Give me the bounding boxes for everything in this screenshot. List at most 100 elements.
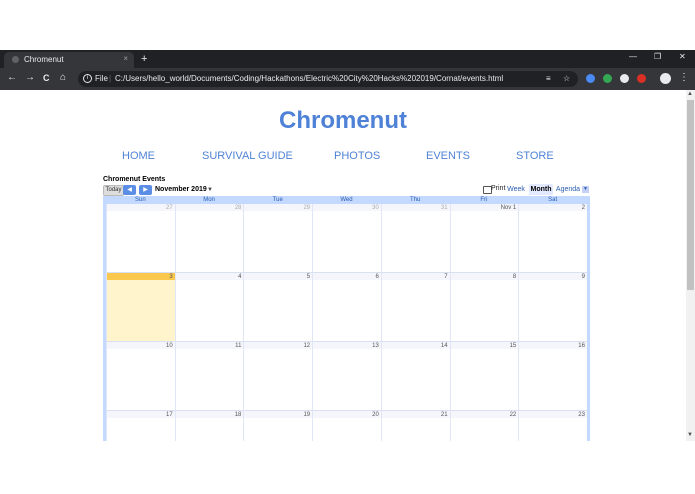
restore-button[interactable]: ❐ xyxy=(654,52,661,61)
day-number[interactable]: 16 xyxy=(578,343,585,349)
calendar-day-cell[interactable]: 6 xyxy=(312,273,381,342)
forward-button[interactable]: → xyxy=(25,72,35,84)
nav-photos[interactable]: PHOTOS xyxy=(334,150,380,162)
day-number[interactable]: Nov 1 xyxy=(501,205,517,211)
calendar-day-cell[interactable]: 7 xyxy=(380,273,450,342)
tab-agenda[interactable]: Agenda xyxy=(555,184,581,195)
day-number[interactable]: 11 xyxy=(235,343,241,349)
scroll-down-icon[interactable]: ▼ xyxy=(687,432,693,438)
day-number[interactable]: 13 xyxy=(372,343,379,349)
nav-survival-guide[interactable]: SURVIVAL GUIDE xyxy=(202,150,293,162)
calendar-day-cell[interactable]: 18 xyxy=(174,411,244,441)
day-number[interactable]: 29 xyxy=(303,205,310,211)
day-number[interactable]: 17 xyxy=(166,412,173,418)
calendar-day-cell[interactable]: 17 xyxy=(106,411,175,441)
calendar-day-cell[interactable]: 16 xyxy=(518,342,587,411)
github-icon[interactable] xyxy=(620,74,629,83)
extension-icon[interactable] xyxy=(603,74,612,83)
day-number[interactable]: 22 xyxy=(510,412,517,418)
day-number[interactable]: 23 xyxy=(578,412,585,418)
agenda-dropdown-icon[interactable]: ▼ xyxy=(582,186,589,193)
calendar-day-cell[interactable]: 12 xyxy=(243,342,313,411)
calendar-day-cell[interactable]: 21 xyxy=(380,411,450,441)
extension-badge-icon[interactable] xyxy=(637,74,646,83)
day-number[interactable]: 19 xyxy=(303,412,310,418)
calendar-day-cell[interactable]: 14 xyxy=(380,342,450,411)
day-number[interactable]: 12 xyxy=(303,343,310,349)
day-number[interactable]: 6 xyxy=(376,274,379,280)
nav-events[interactable]: EVENTS xyxy=(426,150,470,162)
calendar-day-cell[interactable]: 28 xyxy=(174,204,244,273)
nav-store[interactable]: STORE xyxy=(516,150,554,162)
print-button[interactable]: Print xyxy=(491,185,505,192)
page-content: Chromenut HOME SURVIVAL GUIDE PHOTOS EVE… xyxy=(0,90,686,441)
day-number[interactable]: 8 xyxy=(513,274,516,280)
calendar-day-cell[interactable]: 5 xyxy=(243,273,313,342)
nav-home[interactable]: HOME xyxy=(122,150,155,162)
new-tab-button[interactable]: + xyxy=(141,53,147,65)
scrollbar-thumb[interactable] xyxy=(687,100,694,290)
address-bar[interactable]: i File | C:/Users/hello_world/Documents/… xyxy=(78,71,578,87)
calendar-day-cell[interactable]: 9 xyxy=(518,273,587,342)
calendar-day-cell[interactable]: 20 xyxy=(312,411,381,441)
browser-tab[interactable]: Chromenut × xyxy=(4,52,134,68)
calendar-day-cell[interactable]: 22 xyxy=(449,411,519,441)
day-number[interactable]: 21 xyxy=(441,412,448,418)
day-number[interactable]: 31 xyxy=(441,205,448,211)
day-number[interactable]: 28 xyxy=(235,205,242,211)
window-close-button[interactable]: ✕ xyxy=(679,52,686,61)
calendar-day-cell[interactable]: 2 xyxy=(518,204,587,273)
info-icon[interactable]: i xyxy=(83,74,92,83)
day-header xyxy=(519,204,587,211)
day-number[interactable]: 2 xyxy=(582,205,585,211)
day-number[interactable]: 15 xyxy=(510,343,517,349)
tab-month[interactable]: Month xyxy=(529,184,553,195)
today-button[interactable]: Today xyxy=(103,185,124,196)
day-number[interactable]: 5 xyxy=(307,274,310,280)
profile-avatar[interactable] xyxy=(660,73,671,84)
tab-week[interactable]: Week xyxy=(506,184,526,195)
menu-icon[interactable]: ⋮ xyxy=(679,72,689,83)
calendar-day-cell[interactable]: 3 xyxy=(106,273,175,342)
next-month-button[interactable]: ▶ xyxy=(139,185,152,195)
day-header xyxy=(107,342,175,349)
day-number[interactable]: 27 xyxy=(166,205,173,211)
day-number[interactable]: 30 xyxy=(372,205,379,211)
prev-month-button[interactable]: ◀ xyxy=(123,185,136,195)
scroll-up-icon[interactable]: ▲ xyxy=(687,91,693,97)
calendar-day-cell[interactable]: 31 xyxy=(380,204,450,273)
day-number[interactable]: 10 xyxy=(166,343,173,349)
day-number[interactable]: 18 xyxy=(235,412,242,418)
calendar-day-cell[interactable]: 29 xyxy=(243,204,313,273)
minimize-button[interactable]: — xyxy=(629,52,637,61)
calendar-day-cell[interactable]: 13 xyxy=(312,342,381,411)
calendar-day-cell[interactable]: 23 xyxy=(518,411,587,441)
calendar-day-cell[interactable]: 10 xyxy=(106,342,175,411)
month-dropdown-icon[interactable]: ▼ xyxy=(207,187,213,193)
calendar-day-cell[interactable]: 30 xyxy=(312,204,381,273)
reader-mode-icon[interactable]: ≡ xyxy=(546,74,551,83)
calendar-day-cell[interactable]: 19 xyxy=(243,411,313,441)
calendar-day-cell[interactable]: 15 xyxy=(449,342,519,411)
calendar-day-cell[interactable]: 4 xyxy=(174,273,244,342)
reload-button[interactable]: C xyxy=(43,72,50,84)
tab-close-icon[interactable]: × xyxy=(123,54,128,63)
extension-mic-icon[interactable] xyxy=(586,74,595,83)
weekday-label: Fri xyxy=(480,197,488,203)
calendar-day-cell[interactable]: 27 xyxy=(106,204,175,273)
calendar-day-cell[interactable]: Nov 1 xyxy=(449,204,519,273)
day-number[interactable]: 14 xyxy=(441,343,448,349)
day-number[interactable]: 7 xyxy=(444,274,447,280)
day-number[interactable]: 20 xyxy=(372,412,379,418)
url-text[interactable]: C:/Users/hello_world/Documents/Coding/Ha… xyxy=(115,74,503,83)
calendar-day-cell[interactable]: 8 xyxy=(449,273,519,342)
current-month[interactable]: November 2019 xyxy=(155,186,207,193)
home-button[interactable]: ⌂ xyxy=(60,72,66,84)
day-number[interactable]: 9 xyxy=(582,274,585,280)
day-number[interactable]: 4 xyxy=(238,274,241,280)
day-number[interactable]: 3 xyxy=(169,274,172,280)
day-header xyxy=(244,204,313,211)
back-button[interactable]: ← xyxy=(7,72,17,84)
calendar-day-cell[interactable]: 11 xyxy=(174,342,244,411)
bookmark-star-icon[interactable]: ☆ xyxy=(563,74,570,83)
